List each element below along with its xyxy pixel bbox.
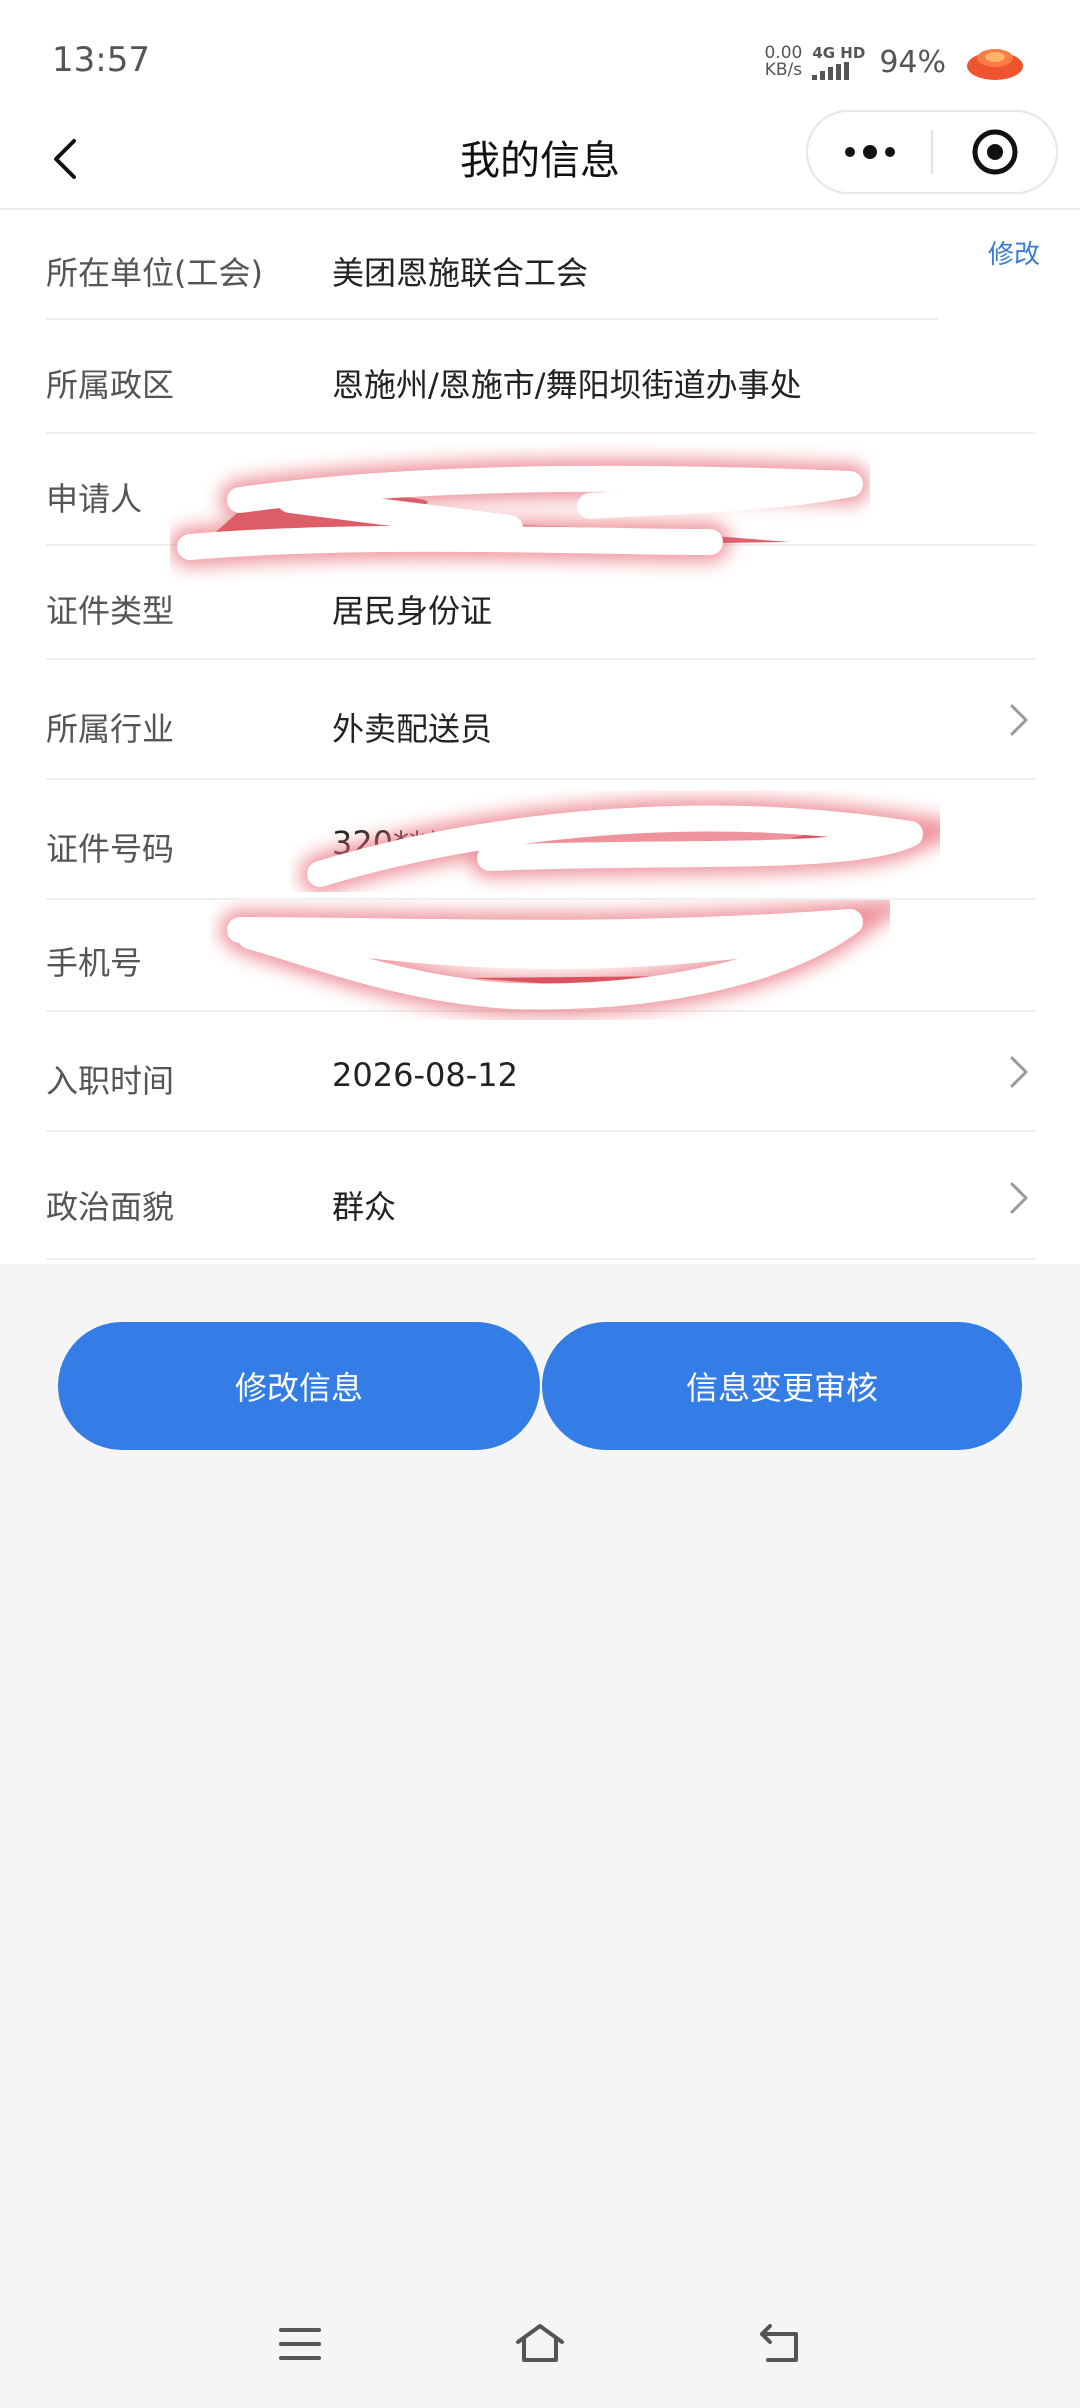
row-label: 入职时间: [46, 1062, 175, 1100]
row-label: 所属政区: [46, 366, 175, 404]
redaction-scribble: [300, 798, 940, 892]
chevron-right-icon: [1010, 704, 1028, 736]
close-mini-program-button[interactable]: [933, 112, 1056, 192]
info-row-region: 所属政区 恩施州/恩施市/舞阳坝街道办事处: [46, 320, 1036, 434]
row-label: 所在单位(工会): [46, 254, 263, 292]
info-panel: 修改 所在单位(工会) 美团恩施联合工会 所属政区 恩施州/恩施市/舞阳坝街道办…: [0, 208, 1080, 1264]
info-row-industry[interactable]: 所属行业 外卖配送员: [46, 660, 1036, 780]
menu-button[interactable]: [260, 2304, 340, 2384]
system-navigation-bar: [0, 2300, 1080, 2388]
row-label: 证件号码: [46, 830, 175, 868]
network-type: 4G HD: [812, 43, 866, 80]
row-value: 外卖配送员: [332, 710, 493, 748]
info-row-union: 所在单位(工会) 美团恩施联合工会: [46, 210, 938, 320]
menu-icon: [279, 2328, 321, 2360]
network-type-label: 4G HD: [812, 43, 866, 62]
row-label: 政治面貌: [46, 1188, 175, 1226]
info-row-hire-date[interactable]: 入职时间 2026-08-12: [46, 1012, 1036, 1132]
return-icon: [760, 2324, 798, 2362]
network-speed: 0.00 KB/s: [764, 45, 802, 79]
home-button[interactable]: [500, 2304, 580, 2384]
redaction-scribble: [170, 458, 870, 567]
redaction-scribble: [220, 900, 890, 1017]
back-system-button[interactable]: [740, 2304, 820, 2384]
more-dots-icon: [844, 145, 895, 159]
row-label: 申请人: [46, 480, 143, 518]
chevron-right-icon: [1010, 1056, 1028, 1088]
row-label: 证件类型: [46, 592, 175, 630]
info-change-review-button[interactable]: 信息变更审核: [542, 1322, 1022, 1450]
row-value: 2026-08-12: [332, 1056, 518, 1094]
status-indicators: 0.00 KB/s 4G HD 94%: [764, 40, 1026, 84]
edit-link[interactable]: 修改: [988, 234, 1040, 271]
row-value: 群众: [332, 1188, 397, 1226]
navigation-bar: 我的信息: [0, 110, 1080, 208]
info-row-political-status[interactable]: 政治面貌 群众: [46, 1132, 1036, 1260]
row-value: 恩施州/恩施市/舞阳坝街道办事处: [332, 366, 802, 404]
notification-app-icon: [967, 49, 1023, 80]
status-bar: 13:57 0.00 KB/s 4G HD 94%: [0, 0, 1080, 110]
status-time: 13:57: [52, 40, 150, 80]
row-value: 美团恩施联合工会: [332, 254, 589, 292]
mini-program-capsule: [806, 110, 1058, 194]
network-speed-unit: KB/s: [764, 60, 803, 80]
row-label: 所属行业: [46, 710, 175, 748]
row-value: 居民身份证: [332, 592, 493, 630]
more-button[interactable]: [808, 112, 931, 192]
target-circle-icon: [972, 129, 1017, 175]
signal-icon: [812, 61, 850, 80]
battery-level: 94%: [879, 44, 946, 80]
edit-info-button[interactable]: 修改信息: [58, 1322, 540, 1450]
home-icon: [516, 2324, 564, 2362]
row-label: 手机号: [46, 944, 143, 982]
chevron-right-icon: [1010, 1182, 1028, 1214]
